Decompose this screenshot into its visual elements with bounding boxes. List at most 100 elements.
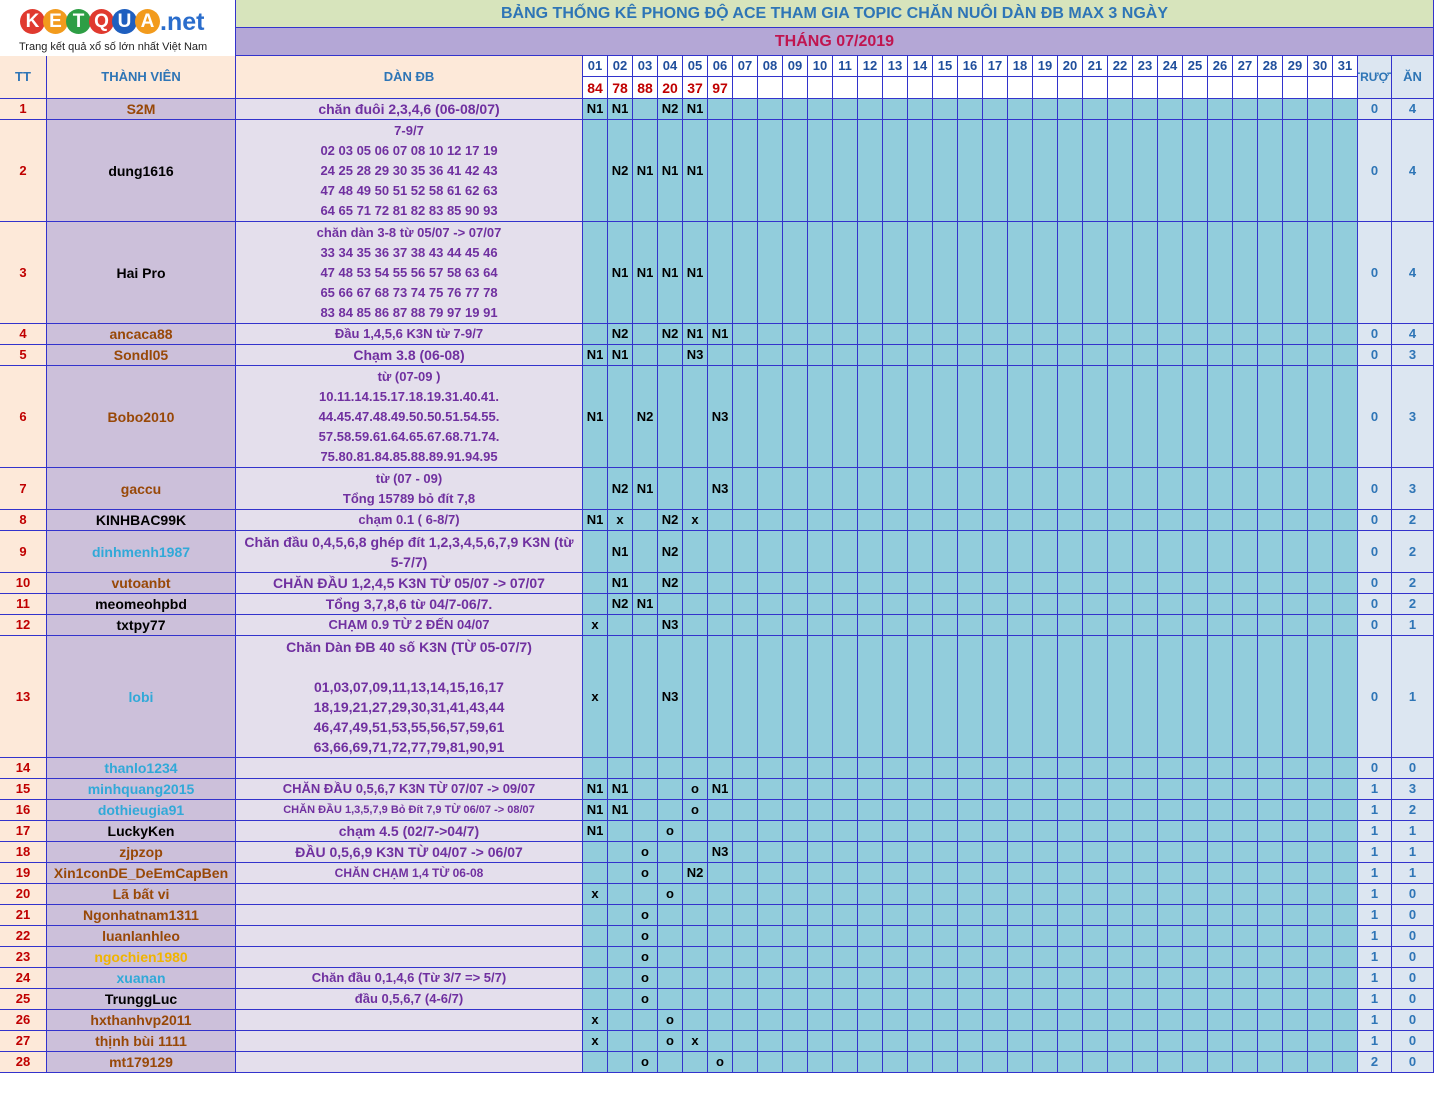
- row-mark-text: N3: [711, 844, 729, 859]
- row-mark-text: N1: [586, 802, 604, 817]
- row-mark: [1133, 510, 1158, 531]
- day-result-text: 20: [662, 79, 678, 96]
- row-mark: [583, 324, 608, 345]
- row-mark: [983, 366, 1008, 468]
- row-mark: [733, 821, 758, 842]
- row-member: dothieugia91: [47, 800, 236, 821]
- row-an-text: 3: [1408, 781, 1417, 796]
- row-mark: [1308, 863, 1333, 884]
- logo[interactable]: KETQUA .net Trang kết quả xổ số lớn nhất…: [0, 0, 236, 56]
- row-mark: [1333, 926, 1358, 947]
- row-an: 2: [1392, 800, 1434, 821]
- row-mark: [1083, 615, 1108, 636]
- row-mark: [1333, 573, 1358, 594]
- row-mark: [1283, 531, 1308, 573]
- row-member-text: luanlanhleo: [102, 928, 180, 944]
- row-mark: [1333, 863, 1358, 884]
- day-result: [783, 77, 808, 99]
- day-header: 19: [1033, 56, 1058, 77]
- row-mark: [1133, 636, 1158, 758]
- day-header: 06: [708, 56, 733, 77]
- row-mark: [1108, 1010, 1133, 1031]
- row-mark: [858, 758, 883, 779]
- row-mark: [1258, 345, 1283, 366]
- row-mark: [808, 1031, 833, 1052]
- row-mark: [833, 884, 858, 905]
- row-mark: [1258, 779, 1283, 800]
- row-mark: [1058, 947, 1083, 968]
- row-mark: [1308, 468, 1333, 510]
- row-member: meomeohpbd: [47, 594, 236, 615]
- row-mark: [808, 573, 833, 594]
- row-member: TrunggLuc: [47, 989, 236, 1010]
- row-mark: [783, 884, 808, 905]
- row-mark: [633, 884, 658, 905]
- row-mark: [1008, 821, 1033, 842]
- row-mark: [1158, 821, 1183, 842]
- row-mark: [583, 926, 608, 947]
- row-mark: [1208, 758, 1233, 779]
- row-mark-text: x: [591, 1012, 599, 1027]
- row-mark: [808, 842, 833, 863]
- row-mark: [1233, 345, 1258, 366]
- row-mark-text: N3: [661, 688, 679, 704]
- row-mark: [708, 905, 733, 926]
- row-mark: [833, 863, 858, 884]
- row-mark: o: [658, 821, 683, 842]
- row-mark: [1033, 947, 1058, 968]
- row-mark: [1283, 468, 1308, 510]
- row-mark: [908, 842, 933, 863]
- row-mark: [958, 758, 983, 779]
- row-tt-text: 22: [15, 928, 31, 943]
- row-truot: 0: [1358, 531, 1392, 573]
- row-mark: [1208, 905, 1233, 926]
- row-mark: [808, 989, 833, 1010]
- row-mark: [583, 120, 608, 222]
- row-mark: [783, 1031, 808, 1052]
- row-tt: 28: [0, 1052, 47, 1073]
- row-mark: [583, 863, 608, 884]
- row-mark: [783, 758, 808, 779]
- row-dan-text: ĐẦU 0,5,6,9 K3N TỪ 04/07 -> 06/07: [295, 844, 523, 860]
- row-mark: [583, 573, 608, 594]
- row-mark: [1083, 1052, 1108, 1073]
- row-mark: [1333, 947, 1358, 968]
- row-mark: [833, 636, 858, 758]
- row-an-text: 0: [1408, 1054, 1417, 1069]
- row-mark: [858, 573, 883, 594]
- day-header-text: 17: [987, 58, 1003, 73]
- day-result-text: 37: [687, 79, 703, 96]
- row-member: vutoanbt: [47, 573, 236, 594]
- day-header-text: 12: [862, 58, 878, 73]
- row-mark: [908, 510, 933, 531]
- row-mark: [1058, 510, 1083, 531]
- row-mark: [1183, 1031, 1208, 1052]
- row-an-text: 0: [1408, 970, 1417, 985]
- row-mark: [1333, 842, 1358, 863]
- row-mark: [608, 863, 633, 884]
- row-mark: [1308, 947, 1333, 968]
- row-mark: [708, 926, 733, 947]
- row-mark: [1333, 615, 1358, 636]
- row-mark: [1258, 926, 1283, 947]
- row-mark: [758, 468, 783, 510]
- row-mark: [1183, 926, 1208, 947]
- row-mark: [1333, 821, 1358, 842]
- row-member: LuckyKen: [47, 821, 236, 842]
- month-title: THÁNG 07/2019: [236, 28, 1434, 56]
- row-mark: [1058, 926, 1083, 947]
- row-mark: x: [583, 636, 608, 758]
- row-mark: [808, 99, 833, 120]
- row-mark: [733, 863, 758, 884]
- row-mark: [633, 345, 658, 366]
- row-mark: o: [658, 1010, 683, 1031]
- logo-letter: A: [135, 9, 160, 34]
- row-mark: [633, 1031, 658, 1052]
- row-mark: [1183, 573, 1208, 594]
- row-mark: [683, 842, 708, 863]
- row-mark: [1258, 800, 1283, 821]
- row-truot-text: 0: [1370, 162, 1379, 178]
- row-mark: [1158, 366, 1183, 468]
- row-mark: [958, 968, 983, 989]
- row-mark: [608, 842, 633, 863]
